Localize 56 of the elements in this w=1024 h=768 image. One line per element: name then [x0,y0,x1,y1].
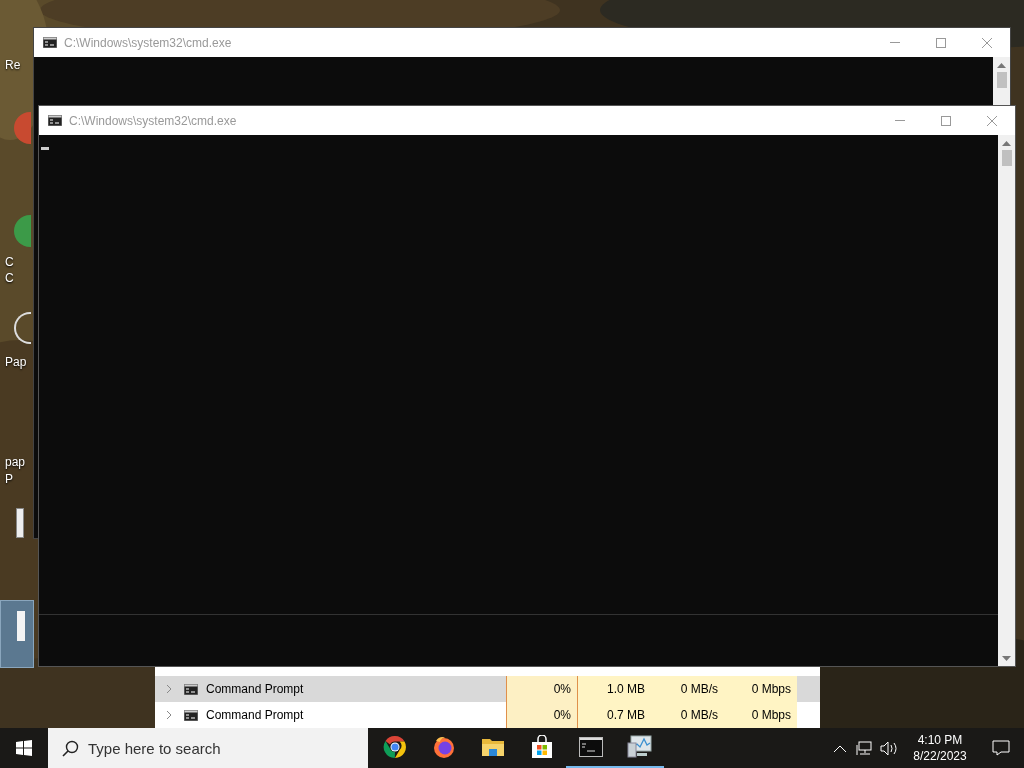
caret-up-icon[interactable] [834,744,846,752]
desktop-icon-label: Pap [5,355,27,369]
chrome-icon [382,735,407,759]
speaker-icon[interactable] [880,740,898,756]
minimize-icon [890,42,900,43]
window-title: C:\Windows\system32\cmd.exe [64,34,233,52]
performance-monitor-icon [626,735,653,759]
memory-cell: 0.7 MB [578,702,651,728]
process-row[interactable]: Command Prompt 0% 1.0 MB 0 MB/s 0 Mbps [155,676,820,702]
date-text: 8/22/2023 [913,748,967,764]
speech-bubble-icon [992,740,1010,756]
close-icon [982,37,992,48]
windows-logo-icon [16,740,32,756]
minimize-icon [895,120,905,121]
chevron-icon [167,685,172,693]
scroll-up-icon [1002,140,1011,146]
scroll-thumb[interactable] [1001,150,1012,166]
network-cell: 0 Mbps [724,676,797,702]
maximize-icon [936,37,946,48]
console-icon [578,737,603,757]
fox-globe-icon [431,735,456,759]
disk-cell: 0 MB/s [651,702,724,728]
process-name: Command Prompt [206,681,305,698]
process-name: Command Prompt [206,707,305,724]
selected-desktop-icon[interactable] [0,600,34,668]
console-icon [184,683,198,695]
cpu-cell: 0% [506,676,578,702]
clock[interactable]: 4:10 PM 8/22/2023 [902,732,978,764]
network-icon[interactable] [856,740,872,756]
window-title: C:\Windows\system32\cmd.exe [69,112,238,130]
cpu-cell: 0% [506,702,578,728]
memory-cell: 1.0 MB [578,676,651,702]
desktop-icon-label: C [5,255,14,269]
scrollbar[interactable] [998,135,1015,666]
disk-cell: 0 MB/s [651,676,724,702]
desktop-icon-label: pap [5,455,26,469]
time-text: 4:10 PM [917,732,963,748]
scroll-thumb[interactable] [996,72,1007,88]
search-icon [62,740,79,757]
scroll-down-icon [1002,656,1011,662]
console-icon [184,709,198,721]
network-cell: 0 Mbps [724,702,797,728]
desktop-icon-label: Re [5,58,21,72]
chevron-icon [167,711,172,719]
close-icon [987,115,997,126]
scroll-up-icon [997,62,1006,68]
maximize-icon [941,115,951,126]
text-cursor [41,147,49,150]
shopping-bag-icon [529,735,554,759]
console-icon [43,37,57,48]
desktop-icon-label: P [5,472,13,486]
desktop-icon-label: C [5,271,14,285]
folder-icon [480,736,505,758]
console-icon [48,115,62,126]
search-field[interactable]: Type here to search [48,728,368,768]
scrollbar[interactable] [993,57,1010,105]
